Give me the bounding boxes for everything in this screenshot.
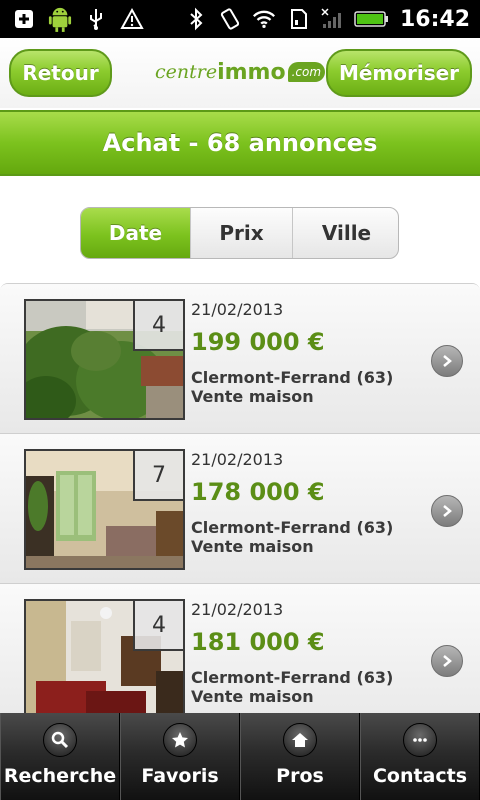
vibrate-icon [218, 7, 242, 31]
back-button[interactable]: Retour [9, 49, 112, 97]
no-signal-icon [320, 7, 344, 31]
photo-count-badge: 7 [133, 451, 183, 501]
logo-part2: immo [217, 59, 286, 85]
listing-type: Vente maison [191, 387, 314, 406]
listing-city: Clermont-Ferrand (63) [191, 518, 394, 537]
save-search-button[interactable]: Mémoriser [326, 49, 472, 97]
usb-icon [84, 7, 108, 31]
sd-card-icon [286, 7, 310, 31]
photo-count-badge: 4 [133, 601, 183, 651]
listing-date: 21/02/2013 [191, 600, 284, 619]
add-icon [12, 7, 36, 31]
logo-part1: centre [155, 61, 218, 83]
listing-price: 178 000 € [191, 478, 325, 506]
photo-count-badge: 4 [133, 301, 183, 351]
sort-price-tab[interactable]: Prix [191, 208, 293, 258]
listing-item[interactable]: 4 21/02/2013 181 000 € Clermont-Ferrand … [0, 584, 480, 713]
wifi-icon [252, 7, 276, 31]
listing-date: 21/02/2013 [191, 450, 284, 469]
listing-date: 21/02/2013 [191, 300, 284, 319]
sort-date-tab[interactable]: Date [81, 208, 191, 258]
clock: 16:42 [399, 6, 470, 32]
bluetooth-icon [184, 7, 208, 31]
listing-photo: 4 [24, 599, 185, 713]
android-icon [48, 7, 72, 32]
chevron-right-icon[interactable] [431, 345, 463, 377]
status-bar: 16:42 [0, 0, 480, 38]
tab-favoris[interactable]: Favoris [120, 713, 240, 800]
tab-label: Contacts [372, 765, 468, 787]
bottom-tab-bar: Recherche Favoris Pros Contacts [0, 713, 480, 800]
tab-pros[interactable]: Pros [240, 713, 360, 800]
listing-photo: 4 [24, 299, 185, 420]
chevron-right-icon[interactable] [431, 645, 463, 677]
listing-photo: 7 [24, 449, 185, 570]
more-icon [403, 723, 437, 757]
battery-icon [354, 7, 390, 31]
search-icon [43, 723, 77, 757]
tab-label: Favoris [141, 765, 219, 787]
listing-price: 181 000 € [191, 628, 325, 656]
tab-label: Pros [276, 765, 324, 787]
listing-item[interactable]: 7 21/02/2013 178 000 € Clermont-Ferrand … [0, 434, 480, 584]
logo: centre immo .com [155, 56, 326, 88]
logo-part3: .com [287, 62, 326, 82]
sort-segmented-control: Date Prix Ville [80, 207, 399, 259]
chevron-right-icon[interactable] [431, 495, 463, 527]
tab-label: Recherche [3, 765, 117, 787]
app-header: Retour centre immo .com Mémoriser [0, 38, 480, 108]
listing-type: Vente maison [191, 687, 314, 706]
listing-city: Clermont-Ferrand (63) [191, 368, 394, 387]
star-icon [163, 723, 197, 757]
warning-icon [120, 7, 144, 31]
tab-recherche[interactable]: Recherche [0, 713, 120, 800]
listing-price: 199 000 € [191, 328, 325, 356]
page-title: Achat - 68 annonces [0, 110, 480, 176]
sort-city-tab[interactable]: Ville [293, 208, 398, 258]
listing-type: Vente maison [191, 537, 314, 556]
listing-city: Clermont-Ferrand (63) [191, 668, 394, 687]
home-icon [283, 723, 317, 757]
tab-contacts[interactable]: Contacts [360, 713, 480, 800]
listing-item[interactable]: 4 21/02/2013 199 000 € Clermont-Ferrand … [0, 284, 480, 434]
listing-list[interactable]: 4 21/02/2013 199 000 € Clermont-Ferrand … [0, 283, 480, 713]
